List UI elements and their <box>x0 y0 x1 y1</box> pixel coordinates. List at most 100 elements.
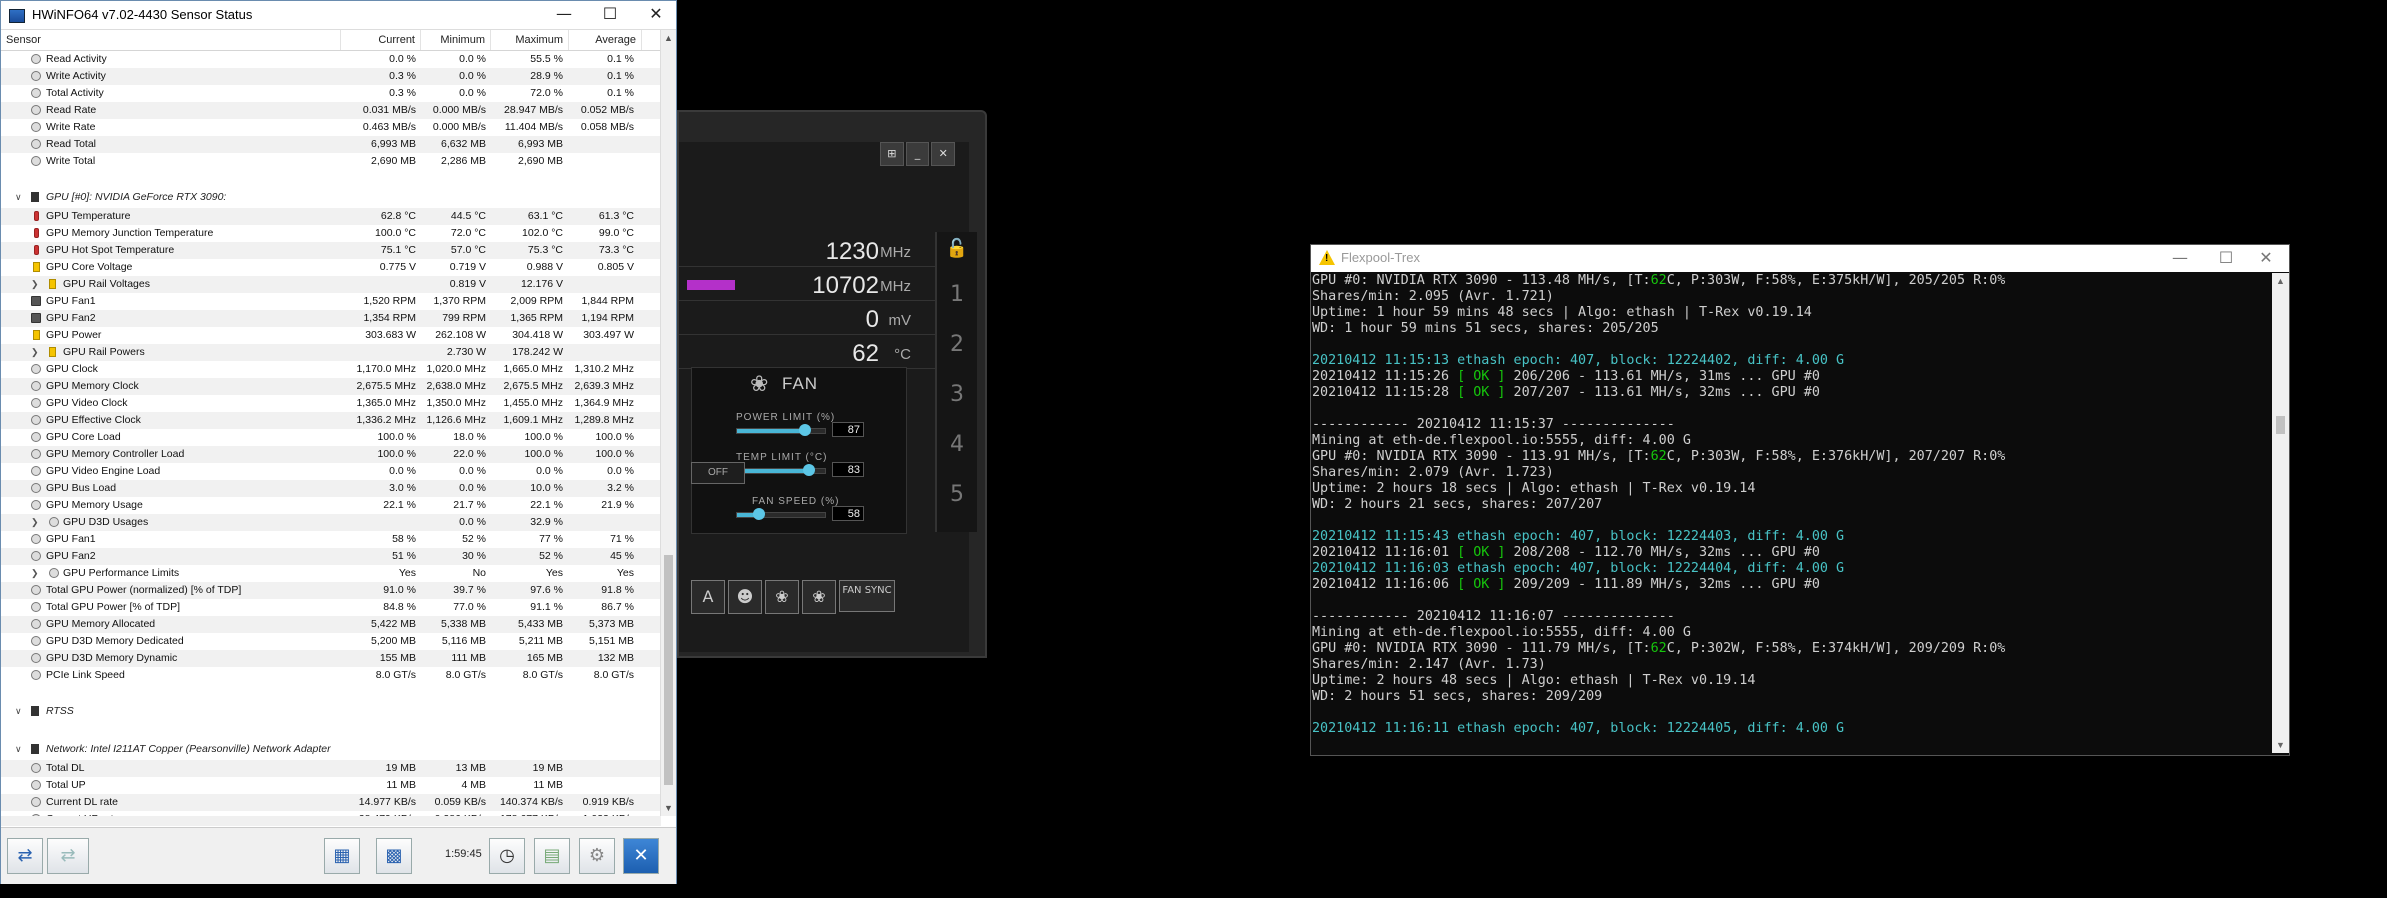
trex-titlebar[interactable]: ! Flexpool-Trex — ☐ ✕ <box>1311 245 2289 272</box>
sensor-row[interactable]: GPU Memory Clock 2,675.5 MHz 2,638.0 MHz 2,… <box>1 378 661 395</box>
sensor-row[interactable]: PCIe Link Speed 8.0 GT/s 8.0 GT/s 8.0 GT/s 8… <box>1 667 661 684</box>
sensor-row[interactable]: Write Activity 0.3 % 0.0 % 28.9 % 0.1 % <box>1 68 661 85</box>
sensor-row[interactable]: Read Total 6,993 MB 6,632 MB 6,993 MB <box>1 136 661 153</box>
sensor-group-header[interactable]: ∨ Network: Intel I211AT Copper (Pearsonvi… <box>1 738 661 760</box>
temp-limit-value[interactable]: 83 <box>832 462 864 477</box>
sensor-row[interactable]: GPU D3D Memory Dynamic 155 MB 111 MB 165 MB… <box>1 650 661 667</box>
power-limit-value[interactable]: 87 <box>832 422 864 437</box>
temp-limit-knob[interactable] <box>803 464 815 476</box>
expand-icon[interactable]: ❯ <box>31 565 39 582</box>
power-limit-slider[interactable] <box>736 424 826 436</box>
close-icon[interactable]: ✕ <box>931 142 956 166</box>
column-average[interactable]: Average <box>569 30 642 50</box>
minimize-icon[interactable]: — <box>541 1 587 29</box>
profile-3[interactable]: 3 <box>937 382 977 407</box>
scroll-up-icon[interactable]: ▲ <box>2272 276 2289 286</box>
sensor-row[interactable]: GPU Memory Junction Temperature 100.0 °C 7… <box>1 225 661 242</box>
fan-speed-value[interactable]: 58 <box>832 506 864 521</box>
fan-curve-off-button[interactable]: OFF <box>691 462 745 484</box>
minimize-icon[interactable]: — <box>2157 245 2203 272</box>
sensor-subgroup-row[interactable]: ❯ GPU D3D Usages 0.0 % 32.9 % <box>1 514 661 531</box>
sensor-row[interactable]: GPU Fan2 1,354 RPM 799 RPM 1,365 RPM 1,194 R… <box>1 310 661 327</box>
expand-icon[interactable]: ❯ <box>31 276 39 293</box>
user-profile-icon[interactable]: ☻ <box>728 580 762 614</box>
sensor-row[interactable]: GPU Fan2 51 % 30 % 52 % 45 % <box>1 548 661 565</box>
sensor-row[interactable]: GPU Effective Clock 1,336.2 MHz 1,126.6 MH… <box>1 412 661 429</box>
auto-fan-button[interactable]: A <box>691 580 725 614</box>
sensor-group-header[interactable]: ∨ RTSS <box>1 700 661 722</box>
sensor-row[interactable]: GPU Memory Controller Load 100.0 % 22.0 % 1… <box>1 446 661 463</box>
minimize-icon[interactable]: _ <box>905 142 930 166</box>
sensor-scrollbar[interactable]: ▲ ▼ <box>660 30 676 816</box>
scroll-down-icon[interactable]: ▼ <box>2272 740 2289 750</box>
maximize-icon[interactable]: ☐ <box>587 1 633 29</box>
sensor-row[interactable]: GPU Core Voltage 0.775 V 0.719 V 0.988 V 0.8… <box>1 259 661 276</box>
close-sensors-icon[interactable]: ✕ <box>623 838 659 874</box>
close-icon[interactable]: ✕ <box>633 1 679 29</box>
sensor-row[interactable]: GPU Video Engine Load 0.0 % 0.0 % 0.0 % 0.0 … <box>1 463 661 480</box>
column-sensor[interactable]: Sensor <box>1 30 341 50</box>
windows-logo-icon[interactable]: ⊞ <box>880 142 904 166</box>
sensor-row[interactable]: Read Activity 0.0 % 0.0 % 55.5 % 0.1 % <box>1 51 661 68</box>
sensor-row[interactable]: GPU Bus Load 3.0 % 0.0 % 10.0 % 3.2 % <box>1 480 661 497</box>
network-icon[interactable]: ▩ <box>376 838 412 874</box>
profile-2[interactable]: 2 <box>937 332 977 357</box>
sensor-subgroup-row[interactable]: ❯ GPU Rail Voltages 0.819 V 12.176 V <box>1 276 661 293</box>
sensor-row[interactable]: GPU Clock 1,170.0 MHz 1,020.0 MHz 1,665.0 M… <box>1 361 661 378</box>
sensor-subgroup-row[interactable]: ❯ GPU Rail Powers 2.730 W 178.242 W <box>1 344 661 361</box>
sensor-row[interactable]: Write Rate 0.463 MB/s 0.000 MB/s 11.404 MB/… <box>1 119 661 136</box>
expand-icon[interactable]: ❯ <box>31 344 39 361</box>
scroll-thumb[interactable] <box>664 555 673 785</box>
column-maximum[interactable]: Maximum <box>491 30 569 50</box>
sensor-row[interactable]: Total GPU Power (normalized) [% of TDP] 9… <box>1 582 661 599</box>
sensor-row[interactable]: GPU Core Load 100.0 % 18.0 % 100.0 % 100.0 % <box>1 429 661 446</box>
navigate-forward-icon[interactable]: ⇄ <box>47 838 89 874</box>
fan-sync-button[interactable]: FAN SYNC <box>839 580 895 612</box>
sensor-row[interactable]: Total GPU Power [% of TDP] 84.8 % 77.0 % 91… <box>1 599 661 616</box>
fan-speed-knob[interactable] <box>753 508 765 520</box>
column-current[interactable]: Current <box>341 30 421 50</box>
scroll-down-icon[interactable]: ▼ <box>661 803 676 813</box>
sensor-row[interactable]: Total DL 19 MB 13 MB 19 MB <box>1 760 661 777</box>
lock-icon[interactable]: 🔓 <box>937 238 977 259</box>
fan1-icon[interactable]: ❀ <box>765 580 799 614</box>
collapse-icon[interactable]: ∨ <box>15 700 22 722</box>
sensor-row[interactable]: GPU Memory Allocated 5,422 MB 5,338 MB 5,43… <box>1 616 661 633</box>
report-icon[interactable]: ▤ <box>534 838 570 874</box>
fan2-icon[interactable]: ❀ <box>802 580 836 614</box>
close-icon[interactable]: ✕ <box>2243 245 2289 272</box>
sensor-row[interactable]: GPU Fan1 58 % 52 % 77 % 71 % <box>1 531 661 548</box>
sensor-row[interactable]: GPU Video Clock 1,365.0 MHz 1,350.0 MHz 1,4… <box>1 395 661 412</box>
monitor-icon[interactable]: ▦ <box>324 838 360 874</box>
navigate-back-icon[interactable]: ⇄ <box>7 838 43 874</box>
profile-5[interactable]: 5 <box>937 482 977 507</box>
sensor-row[interactable]: GPU Memory Usage 22.1 % 21.7 % 22.1 % 21.9 % <box>1 497 661 514</box>
collapse-icon[interactable]: ∨ <box>15 186 22 208</box>
settings-gear-icon[interactable]: ⚙ <box>579 838 615 874</box>
clock-icon[interactable]: ◷ <box>489 838 525 874</box>
scroll-thumb[interactable] <box>2276 416 2285 434</box>
sensor-row[interactable]: GPU Fan1 1,520 RPM 1,370 RPM 2,009 RPM 1,844… <box>1 293 661 310</box>
sensor-subgroup-row[interactable]: ❯ GPU Performance Limits Yes No Yes Yes <box>1 565 661 582</box>
sensor-group-header[interactable]: ∨ GPU [#0]: NVIDIA GeForce RTX 3090: <box>1 186 661 208</box>
sensor-list[interactable]: Read Activity 0.0 % 0.0 % 55.5 % 0.1 % Write … <box>1 51 661 816</box>
console-output[interactable]: GPU #0: NVIDIA RTX 3090 - 113.48 MH/s, [… <box>1311 273 2272 753</box>
profile-1[interactable]: 1 <box>937 282 977 307</box>
horizontal-scrollbar[interactable] <box>1 816 661 826</box>
profile-4[interactable]: 4 <box>937 432 977 457</box>
sensor-row[interactable]: GPU D3D Memory Dedicated 5,200 MB 5,116 MB… <box>1 633 661 650</box>
console-scrollbar[interactable]: ▲ ▼ <box>2272 273 2289 753</box>
hwinfo-titlebar[interactable]: HWiNFO64 v7.02-4430 Sensor Status — ☐ ✕ <box>1 1 676 30</box>
sensor-row[interactable]: GPU Temperature 62.8 °C 44.5 °C 63.1 °C 61.3… <box>1 208 661 225</box>
sensor-row[interactable]: Read Rate 0.031 MB/s 0.000 MB/s 28.947 MB/s… <box>1 102 661 119</box>
fan-speed-slider[interactable] <box>736 508 826 520</box>
sensor-row[interactable]: Total UP 11 MB 4 MB 11 MB <box>1 777 661 794</box>
sensor-row[interactable]: GPU Hot Spot Temperature 75.1 °C 57.0 °C 75… <box>1 242 661 259</box>
sensor-row[interactable]: GPU Power 303.683 W 262.108 W 304.418 W 303.… <box>1 327 661 344</box>
sensor-row[interactable]: Write Total 2,690 MB 2,286 MB 2,690 MB <box>1 153 661 170</box>
column-minimum[interactable]: Minimum <box>421 30 491 50</box>
power-limit-knob[interactable] <box>799 424 811 436</box>
temp-limit-slider[interactable] <box>736 464 826 476</box>
collapse-icon[interactable]: ∨ <box>15 738 22 760</box>
scroll-up-icon[interactable]: ▲ <box>661 33 676 43</box>
